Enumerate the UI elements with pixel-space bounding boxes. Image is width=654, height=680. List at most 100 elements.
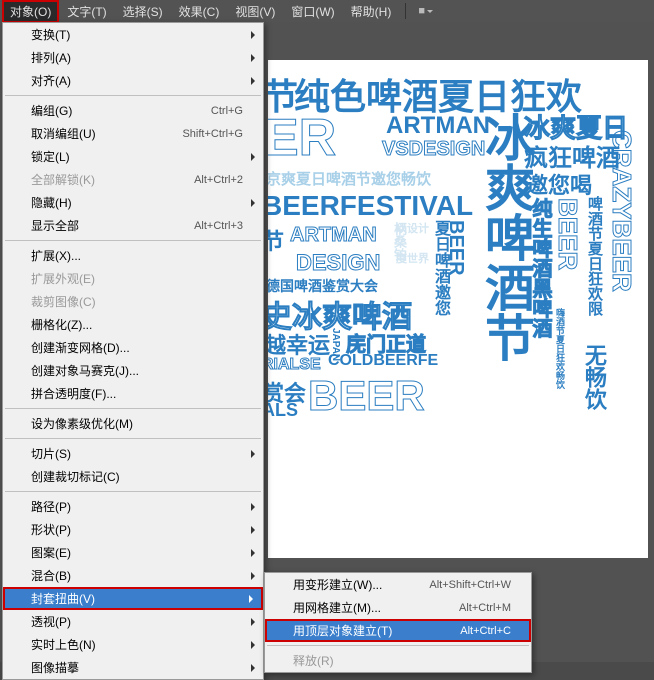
submenu-arrow-icon xyxy=(251,549,255,557)
menu-item[interactable]: 混合(B) xyxy=(3,564,263,587)
word-cloud-text: 嗨酒节夏日狂欢畅饮 xyxy=(554,308,567,389)
menu-item[interactable]: 对齐(A) xyxy=(3,69,263,92)
menu-item-label: 释放(R) xyxy=(293,652,334,669)
menu-item-label: 裁剪图像(C) xyxy=(31,293,96,310)
menu-item-label: 排列(A) xyxy=(31,49,71,66)
menu-item[interactable]: 扩展(X)... xyxy=(3,244,263,267)
menu-item[interactable]: 栅格化(Z)... xyxy=(3,313,263,336)
word-cloud-text: ALS xyxy=(268,400,298,421)
menu-item-label: 创建对象马赛克(J)... xyxy=(31,362,139,379)
menu-item-label: 图案(E) xyxy=(31,544,71,561)
menubar-extra[interactable]: ■ xyxy=(412,5,439,17)
envelope-distort-submenu: 用变形建立(W)...Alt+Shift+Ctrl+W 用网格建立(M)... Al… xyxy=(264,572,532,673)
submenu-arrow-icon xyxy=(251,526,255,534)
menu-item[interactable]: 形状(P) xyxy=(3,518,263,541)
menu-shortcut: Ctrl+G xyxy=(211,105,243,117)
submenu-item: 释放(R) xyxy=(265,649,531,672)
menu-item[interactable]: 创建对象马赛克(J)... xyxy=(3,359,263,382)
menu-item[interactable]: 编组(G)Ctrl+G xyxy=(3,99,263,122)
submenu-item[interactable]: 用网格建立(M)... Alt+Ctrl+M xyxy=(265,596,531,619)
menu-item[interactable]: 设为像素级优化(M) xyxy=(3,412,263,435)
menu-item[interactable]: 路径(P) xyxy=(3,495,263,518)
canvas-artboard[interactable]: 节纯色啤酒夏日狂欢ER冰爽夏日ARTMANVSDESIGN疯狂啤酒京爽夏日啤酒节… xyxy=(268,60,648,558)
menu-item-label: 用网格建立(M)... xyxy=(293,599,381,616)
word-cloud-text: 节 xyxy=(268,224,284,256)
submenu-arrow-icon xyxy=(251,618,255,626)
submenu-arrow-icon xyxy=(251,641,255,649)
submenu-arrow-icon xyxy=(251,54,255,62)
menu-item[interactable]: 切片(S) xyxy=(3,442,263,465)
menu-item-label: 实时上色(N) xyxy=(31,636,96,653)
menu-item[interactable]: 隐藏(H) xyxy=(3,191,263,214)
application-menubar: 对象(O)文字(T)选择(S)效果(C)视图(V)窗口(W)帮助(H) ■ xyxy=(0,0,654,22)
menubar-item[interactable]: 窗口(W) xyxy=(283,0,342,23)
word-cloud-text: BEERFESTIVAL xyxy=(268,190,473,222)
menu-item-label: 设为像素级优化(M) xyxy=(31,415,133,432)
menu-item-label: 隐藏(H) xyxy=(31,194,72,211)
word-cloud-text: ER xyxy=(268,108,336,168)
word-cloud-text: BEER xyxy=(552,198,583,270)
menu-item[interactable]: 取消编组(U)Shift+Ctrl+G xyxy=(3,122,263,145)
submenu-arrow-icon xyxy=(249,595,253,603)
menu-item-label: 创建裁切标记(C) xyxy=(31,468,120,485)
menu-item-label: 扩展外观(E) xyxy=(31,270,95,287)
menu-item[interactable]: 拼合透明度(F)... xyxy=(3,382,263,405)
menu-item-label: 创建渐变网格(D)... xyxy=(31,339,130,356)
menu-item[interactable]: 实时上色(N) xyxy=(3,633,263,656)
menu-item[interactable]: 图案(E) xyxy=(3,541,263,564)
word-cloud-text: 啤酒节夏日狂欢限 xyxy=(584,196,605,316)
menu-item[interactable]: 图像描摹 xyxy=(3,656,263,679)
menu-item-label: 形状(P) xyxy=(31,521,71,538)
menubar-item[interactable]: 帮助(H) xyxy=(343,0,400,23)
menu-item[interactable]: 显示全部 Alt+Ctrl+3 xyxy=(3,214,263,237)
word-cloud-text: BEER xyxy=(444,220,467,276)
menubar-item[interactable]: 视图(V) xyxy=(227,0,283,23)
menu-item-label: 锁定(L) xyxy=(31,148,70,165)
menubar-item[interactable]: 对象(O) xyxy=(2,0,59,23)
submenu-arrow-icon xyxy=(251,77,255,85)
submenu-arrow-icon xyxy=(251,199,255,207)
word-cloud-text: 纯生啤酒黑啤酒 xyxy=(526,198,555,338)
menu-item-label: 透视(P) xyxy=(31,613,71,630)
menubar-item[interactable]: 文字(T) xyxy=(59,0,114,23)
word-cloud-text: JAPAN xyxy=(330,328,341,361)
word-cloud-text: DESIGN xyxy=(296,250,380,276)
menu-item-label: 取消编组(U) xyxy=(31,125,96,142)
menu-item[interactable]: 创建渐变网格(D)... xyxy=(3,336,263,359)
submenu-item[interactable]: 用变形建立(W)...Alt+Shift+Ctrl+W xyxy=(265,573,531,596)
menu-item[interactable]: 锁定(L) xyxy=(3,145,263,168)
menu-shortcut: Alt+Shift+Ctrl+W xyxy=(429,579,511,591)
menu-item: 裁剪图像(C) xyxy=(3,290,263,313)
menu-separator xyxy=(5,491,261,492)
menu-item-label: 路径(P) xyxy=(31,498,71,515)
menu-item-label: 用顶层对象建立(T) xyxy=(293,622,392,639)
menubar-item[interactable]: 选择(S) xyxy=(115,0,171,23)
object-menu-dropdown: 变换(T) 排列(A) 对齐(A) 编组(G)Ctrl+G取消编组(U)Shift+C… xyxy=(2,22,264,680)
submenu-item[interactable]: 用顶层对象建立(T) Alt+Ctrl+C xyxy=(265,619,531,642)
menu-item[interactable]: 排列(A) xyxy=(3,46,263,69)
word-cloud-text: 度世界 xyxy=(396,250,429,266)
menu-shortcut: Alt+Ctrl+3 xyxy=(194,220,243,232)
menu-separator xyxy=(5,438,261,439)
menu-item[interactable]: 变换(T) xyxy=(3,23,263,46)
menu-separator xyxy=(267,645,529,646)
menu-shortcut: Alt+Ctrl+2 xyxy=(194,174,243,186)
menu-item-label: 封套扭曲(V) xyxy=(31,590,95,607)
menu-separator xyxy=(5,408,261,409)
menu-item-label: 切片(S) xyxy=(31,445,71,462)
submenu-arrow-icon xyxy=(251,503,255,511)
menu-item-label: 显示全部 xyxy=(31,217,79,234)
menubar-item[interactable]: 效果(C) xyxy=(171,0,228,23)
menu-item-label: 全部解锁(K) xyxy=(31,171,95,188)
submenu-arrow-icon xyxy=(251,153,255,161)
word-cloud-text: 无畅饮 xyxy=(578,344,610,410)
word-cloud-text: COLDBEERFE xyxy=(328,352,438,370)
menu-item[interactable]: 封套扭曲(V) xyxy=(3,587,263,610)
menu-item[interactable]: 创建裁切标记(C) xyxy=(3,465,263,488)
menu-item[interactable]: 透视(P) xyxy=(3,610,263,633)
submenu-arrow-icon xyxy=(251,664,255,672)
menu-item-label: 拼合透明度(F)... xyxy=(31,385,116,402)
menu-shortcut: Alt+Ctrl+C xyxy=(460,625,511,637)
menu-shortcut: Alt+Ctrl+M xyxy=(459,602,511,614)
menu-item: 扩展外观(E) xyxy=(3,267,263,290)
